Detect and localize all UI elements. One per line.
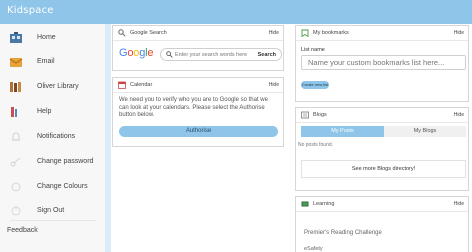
sidebar-item-label: Change password: [37, 158, 94, 165]
hide-button[interactable]: Hide: [454, 30, 464, 36]
feedback-link[interactable]: Feedback: [7, 227, 38, 234]
sidebar-item-label: Notifications: [37, 133, 76, 140]
bookmarks-panel: My bookmarks Hide List name Create new l…: [295, 25, 469, 102]
hide-button[interactable]: Hide: [269, 82, 279, 88]
sidebar-item-home[interactable]: Home: [0, 26, 106, 52]
sidebar-item-change-password[interactable]: Change password: [0, 150, 106, 176]
sidebar-item-label: Oliver Library: [37, 83, 79, 90]
hide-button[interactable]: Hide: [454, 112, 464, 118]
list-name-input[interactable]: [301, 55, 466, 70]
sidebar-item-label: Help: [37, 108, 52, 115]
panel-title: Calendar: [130, 82, 153, 88]
hide-button[interactable]: Hide: [454, 201, 464, 207]
sidebar-item-library[interactable]: Oliver Library: [0, 75, 106, 101]
sidebar-item-email[interactable]: Email: [0, 50, 106, 76]
bookmark-icon: [301, 29, 309, 37]
library-icon: [10, 82, 21, 92]
hide-button[interactable]: Hide: [269, 30, 279, 36]
panel-header: Learning Hide: [296, 197, 468, 212]
sidebar-item-sign-out[interactable]: Sign Out: [0, 199, 106, 225]
power-icon: [11, 206, 21, 216]
search-button[interactable]: Search: [258, 52, 276, 58]
sidebar-divider: [10, 220, 96, 221]
calendar-icon: [118, 81, 126, 89]
sidebar-item-label: Sign Out: [37, 207, 65, 214]
google-search-box: Search: [160, 48, 282, 61]
email-icon: [9, 58, 23, 67]
sidebar-item-label: Email: [37, 58, 55, 65]
authorise-button[interactable]: Authorise: [119, 126, 278, 137]
sidebar-item-notifications[interactable]: Notifications: [0, 125, 106, 151]
panel-header: Blogs Hide: [296, 108, 468, 123]
panel-header: My bookmarks Hide: [296, 26, 468, 41]
sidebar-item-change-colours[interactable]: Change Colours: [0, 175, 106, 201]
search-input[interactable]: [175, 50, 257, 60]
help-icon: [11, 107, 17, 117]
sidebar-scrollbar[interactable]: [105, 24, 111, 252]
no-posts-message: No posts found.: [298, 142, 334, 148]
tab-my-blogs[interactable]: My Blogs: [384, 126, 466, 137]
panel-title: My bookmarks: [313, 30, 349, 36]
panel-title: Learning: [313, 201, 335, 207]
key-icon: [10, 157, 21, 167]
panel-title: Blogs: [313, 112, 327, 118]
bell-icon: [12, 132, 20, 141]
blogs-panel: Blogs Hide My Posts My Blogs No posts fo…: [295, 107, 469, 191]
learning-link-esafety[interactable]: eSafety: [304, 246, 323, 252]
tab-my-posts[interactable]: My Posts: [301, 126, 384, 137]
sidebar-item-label: Change Colours: [37, 183, 88, 190]
learning-link-premiers-reading-challenge[interactable]: Premier's Reading Challenge: [304, 230, 382, 236]
app-title: Kidspace: [7, 5, 54, 16]
sidebar-item-help[interactable]: Help: [0, 100, 106, 126]
sidebar: Home Email Oliver Library Help Notificat…: [0, 24, 106, 252]
sidebar-item-label: Home: [37, 34, 56, 41]
blog-icon: [301, 111, 309, 119]
list-name-label: List name: [301, 47, 325, 53]
learning-icon: [301, 201, 309, 207]
panel-header: Google Search Hide: [113, 26, 283, 41]
search-icon: [118, 29, 126, 37]
google-logo: Google: [119, 47, 154, 59]
blogs-directory-link[interactable]: See more Blogs directory!: [301, 160, 466, 178]
create-list-button[interactable]: Create new list: [301, 81, 329, 89]
top-bar: Kidspace: [0, 0, 472, 24]
home-icon: [10, 32, 22, 43]
calendar-message: We need you to verify who you are to Goo…: [119, 97, 268, 118]
google-search-panel: Google Search Hide Google Search: [112, 25, 284, 71]
search-icon: [166, 51, 173, 58]
calendar-panel: Calendar Hide We need you to verify who …: [112, 77, 284, 147]
learning-panel: Learning Hide Premier's Reading Challeng…: [295, 196, 469, 252]
palette-icon: [11, 182, 21, 192]
panel-title: Google Search: [130, 30, 167, 36]
panel-header: Calendar Hide: [113, 78, 283, 93]
